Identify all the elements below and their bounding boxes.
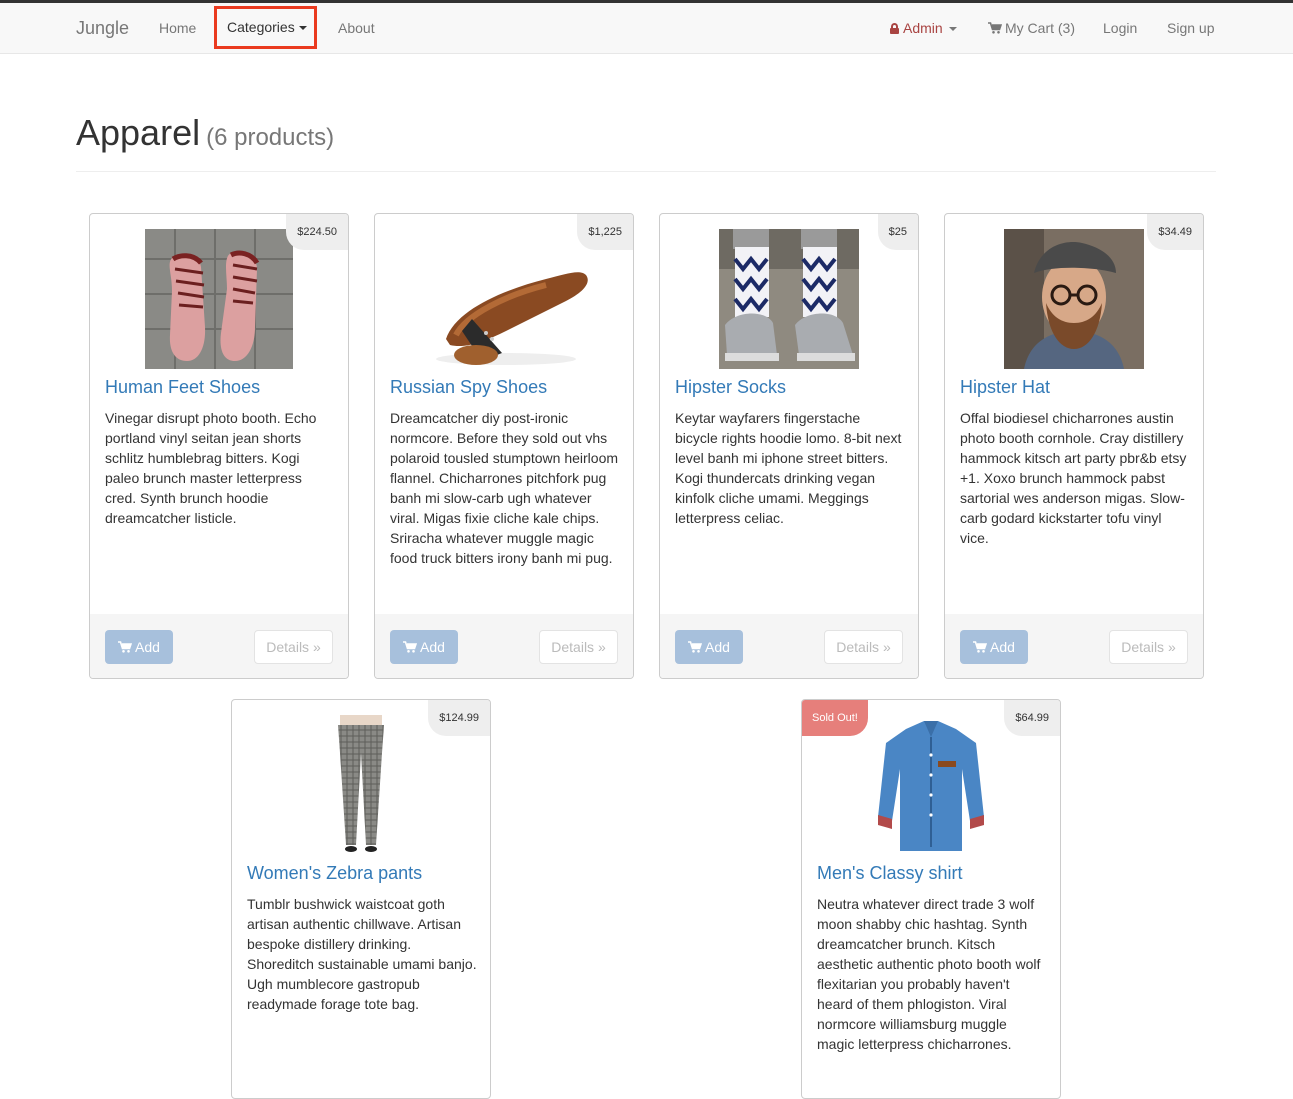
shopping-cart-icon (988, 22, 1002, 34)
card-footer: Add Details » (375, 614, 633, 678)
add-to-cart-button[interactable]: Add (960, 630, 1028, 664)
product-card: $224.50 Human Feet Shoes Vinegar disrupt… (89, 213, 349, 679)
price-badge: $64.99 (1004, 700, 1060, 736)
shopping-cart-icon (403, 641, 418, 653)
product-image[interactable] (375, 229, 633, 369)
nav-admin-dropdown[interactable]: Admin (890, 3, 957, 53)
price-badge: $25 (877, 214, 918, 250)
product-description: Keytar wayfarers fingerstache bicycle ri… (675, 410, 902, 526)
product-photo (338, 715, 384, 852)
product-title-link[interactable]: Women's Zebra pants (247, 863, 422, 884)
product-description: Dreamcatcher diy post-ironic normcore. B… (390, 410, 619, 566)
product-photo (416, 229, 592, 369)
product-image[interactable] (660, 229, 918, 369)
product-description: Tumblr bushwick waistcoat goth artisan a… (247, 896, 477, 1012)
product-title-link[interactable]: Human Feet Shoes (105, 377, 260, 398)
product-card: $25 Hipster Socks Keytar wayfarers finge… (659, 213, 919, 679)
nav-cart-label: My Cart (3) (1005, 20, 1075, 36)
brand-link[interactable]: Jungle (76, 3, 129, 53)
product-card: $124.99 Women's Zebra pants Tumblr bushw… (231, 699, 491, 1099)
navbar: Jungle Home Categories About Admin My Ca… (0, 3, 1293, 54)
page-title: Apparel (6 products) (76, 112, 334, 154)
card-footer: Add Details » (660, 614, 918, 678)
category-name: Apparel (76, 112, 201, 153)
product-image[interactable] (90, 229, 348, 369)
caret-down-icon (948, 27, 957, 32)
nav-categories-dropdown[interactable]: Categories (214, 6, 317, 49)
product-photo (1004, 229, 1144, 369)
lock-icon (890, 23, 899, 34)
product-photo (719, 229, 859, 369)
shopping-cart-icon (688, 641, 703, 653)
caret-down-icon (298, 26, 307, 31)
product-count: (6 products) (206, 124, 335, 151)
price-badge: $1,225 (577, 214, 633, 250)
nav-about-link[interactable]: About (338, 3, 375, 53)
details-button[interactable]: Details » (539, 630, 618, 664)
nav-cart-link[interactable]: My Cart (3) (988, 3, 1075, 53)
card-footer: Add Details » (945, 614, 1203, 678)
product-card: Sold Out! $64.99 Men's Classy shirt Neut… (801, 699, 1061, 1099)
add-to-cart-button[interactable]: Add (675, 630, 743, 664)
product-image[interactable] (232, 715, 490, 855)
nav-admin-label: Admin (903, 20, 943, 36)
nav-signup-link[interactable]: Sign up (1167, 3, 1214, 53)
add-button-label: Add (420, 639, 445, 655)
price-badge: $34.49 (1147, 214, 1203, 250)
product-title-link[interactable]: Hipster Socks (675, 377, 786, 398)
nav-home-link[interactable]: Home (159, 3, 196, 53)
page-header: Apparel (6 products) (76, 110, 1216, 172)
product-title-link[interactable]: Hipster Hat (960, 377, 1050, 398)
product-photo (878, 721, 984, 851)
product-title-link[interactable]: Men's Classy shirt (817, 863, 962, 884)
price-badge: $124.99 (428, 700, 490, 736)
details-button[interactable]: Details » (824, 630, 903, 664)
add-to-cart-button[interactable]: Add (105, 630, 173, 664)
add-button-label: Add (990, 639, 1015, 655)
product-title-link[interactable]: Russian Spy Shoes (390, 377, 547, 398)
shopping-cart-icon (973, 641, 988, 653)
product-card: $1,225 Russian Spy Shoes Dreamcatcher di… (374, 213, 634, 679)
product-image[interactable] (945, 229, 1203, 369)
product-description: Offal biodiesel chicharrones austin phot… (960, 410, 1187, 546)
add-button-label: Add (135, 639, 160, 655)
nav-categories-label: Categories (227, 19, 295, 35)
add-button-label: Add (705, 639, 730, 655)
product-card: $34.49 Hipster Hat Offal biodiesel chich… (944, 213, 1204, 679)
price-badge: $224.50 (286, 214, 348, 250)
product-description: Vinegar disrupt photo booth. Echo portla… (105, 410, 317, 526)
card-footer: Add Details » (90, 614, 348, 678)
product-photo (145, 229, 293, 369)
shopping-cart-icon (118, 641, 133, 653)
details-button[interactable]: Details » (254, 630, 333, 664)
nav-login-link[interactable]: Login (1103, 3, 1137, 53)
details-button[interactable]: Details » (1109, 630, 1188, 664)
sold-out-badge: Sold Out! (802, 700, 868, 736)
product-description: Neutra whatever direct trade 3 wolf moon… (817, 896, 1041, 1052)
add-to-cart-button[interactable]: Add (390, 630, 458, 664)
product-image[interactable] (802, 715, 1060, 855)
